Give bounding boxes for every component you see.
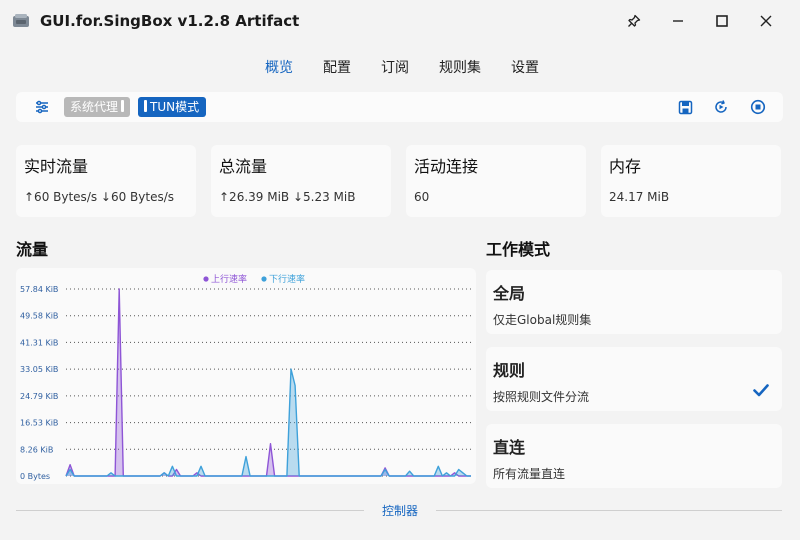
- mode-option-global[interactable]: 全局 仅走Global规则集: [486, 270, 782, 334]
- y-tick-label: 8.26 KiB: [20, 445, 53, 454]
- y-tick-label: 41.31 KiB: [20, 338, 58, 347]
- legend-marker: [261, 276, 267, 282]
- toggle-indicator: [121, 100, 125, 112]
- stat-value: ↑26.39 MiB ↓5.23 MiB: [219, 190, 356, 204]
- stat-card-memory: 内存 24.17 MiB: [601, 145, 781, 217]
- traffic-chart: 0 Bytes 8.26 KiB 16.53 KiB 24.79 KiB 33.05 K…: [16, 268, 476, 484]
- mode-option-title: 全局: [493, 284, 526, 303]
- system-proxy-label: 系统代理: [70, 100, 119, 114]
- stop-icon[interactable]: [748, 97, 768, 117]
- save-icon[interactable]: [675, 97, 695, 117]
- control-toolbar: 系统代理 TUN模式: [16, 92, 783, 122]
- stat-value: ↑60 Bytes/s ↓60 Bytes/s: [24, 190, 175, 204]
- pin-icon[interactable]: [619, 8, 649, 34]
- system-proxy-toggle[interactable]: 系统代理: [64, 97, 130, 117]
- y-tick-label: 57.84 KiB: [20, 285, 58, 294]
- tab-overview[interactable]: 概览: [261, 57, 293, 77]
- y-tick-label: 0 Bytes: [20, 472, 50, 481]
- footer-divider: [16, 510, 364, 511]
- app-title: GUI.for.SingBox v1.2.8 Artifact: [40, 12, 300, 30]
- traffic-section-title: 流量: [16, 240, 49, 259]
- stat-value: 60: [414, 190, 430, 204]
- restart-icon[interactable]: [711, 97, 731, 117]
- tun-mode-toggle[interactable]: TUN模式: [138, 97, 206, 117]
- stat-title: 实时流量: [24, 157, 89, 176]
- stat-card-total-traffic: 总流量 ↑26.39 MiB ↓5.23 MiB: [211, 145, 391, 217]
- settings-sliders-icon[interactable]: [32, 97, 52, 117]
- main-nav: 概览 配置 订阅 规则集 设置: [0, 57, 800, 77]
- stat-card-realtime-traffic: 实时流量 ↑60 Bytes/s ↓60 Bytes/s: [16, 145, 196, 217]
- tab-profiles[interactable]: 配置: [319, 57, 351, 77]
- y-tick-label: 33.05 KiB: [20, 365, 58, 374]
- mode-option-direct[interactable]: 直连 所有流量直连: [486, 424, 782, 488]
- mode-section-title: 工作模式: [486, 240, 551, 259]
- title-bar: GUI.for.SingBox v1.2.8 Artifact: [0, 0, 800, 42]
- minimize-icon[interactable]: [663, 8, 693, 34]
- stat-title: 活动连接: [414, 157, 479, 176]
- legend-label: 下行速率: [269, 273, 305, 285]
- maximize-icon[interactable]: [707, 8, 737, 34]
- series-line-0: [65, 288, 471, 477]
- legend-label: 上行速率: [211, 273, 247, 285]
- mode-option-desc: 按照规则文件分流: [493, 390, 590, 404]
- checkmark-icon: [752, 381, 770, 399]
- series-area-0: [66, 289, 471, 476]
- footer-divider: [436, 510, 782, 511]
- legend-marker: [203, 276, 209, 282]
- y-tick-label: 16.53 KiB: [20, 419, 58, 428]
- stat-title: 总流量: [219, 157, 268, 176]
- mode-option-title: 规则: [493, 361, 526, 380]
- tab-settings[interactable]: 设置: [507, 57, 539, 77]
- traffic-chart-svg: 0 Bytes 8.26 KiB 16.53 KiB 24.79 KiB 33.05 K…: [20, 273, 471, 481]
- controller-link[interactable]: 控制器: [370, 502, 430, 519]
- tab-subscriptions[interactable]: 订阅: [377, 57, 409, 77]
- y-tick-label: 49.58 KiB: [20, 312, 58, 321]
- mode-option-desc: 仅走Global规则集: [493, 313, 592, 327]
- mode-option-desc: 所有流量直连: [493, 467, 566, 481]
- tun-mode-label: TUN模式: [150, 100, 200, 114]
- tab-rulesets[interactable]: 规则集: [435, 57, 481, 77]
- app-logo-icon: [12, 12, 30, 30]
- stat-value: 24.17 MiB: [609, 190, 670, 204]
- mode-option-rule[interactable]: 规则 按照规则文件分流: [486, 347, 782, 411]
- close-icon[interactable]: [751, 8, 781, 34]
- stat-title: 内存: [609, 157, 642, 176]
- mode-option-title: 直连: [493, 438, 526, 457]
- stat-card-active-connections[interactable]: 活动连接 60: [406, 145, 586, 217]
- toggle-indicator: [144, 100, 147, 112]
- y-tick-label: 24.79 KiB: [20, 392, 58, 401]
